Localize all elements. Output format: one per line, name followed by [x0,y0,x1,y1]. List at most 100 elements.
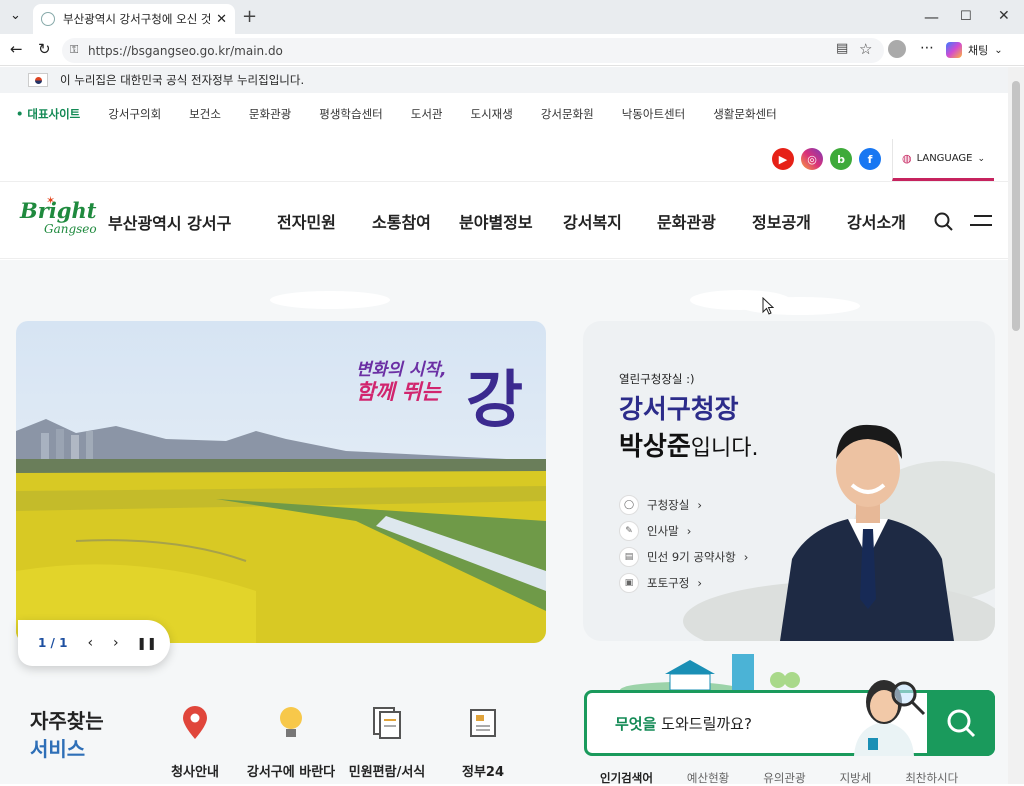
browser-tab[interactable]: 부산광역시 강서구청에 오신 것을 ✕ [33,4,235,34]
copilot-label: 채팅 [968,44,989,57]
search-placeholder-rest: 도와드릴까요? [656,715,752,733]
mayor-portrait [780,424,954,641]
globe-icon: ◍ [901,152,912,165]
menu-welfare[interactable]: 강서복지 [563,209,622,233]
close-tab-icon[interactable]: ✕ [216,12,227,27]
main-header: Bright Gangseo ✶ 부산광역시 강서구 전자민원 소통참여 분야별… [0,181,1008,259]
site-link-cultural-center[interactable]: 강서문화원 [541,106,594,122]
facebook-icon[interactable]: f [859,148,881,170]
mayor-card: 열린구청장실 :) 강서구청장 박상준입니다. ◯ 구청장실 › ✎ 인사말 › ▤ 민선… [583,321,995,641]
site-link-culture[interactable]: 문화관광 [249,106,291,122]
person-icon: ◯ [619,495,639,515]
documents-icon [369,705,405,741]
logo-main-text: Bright [20,198,97,223]
frequent-services-title: 자주찾는 서비스 [30,707,104,763]
service-civil-forms[interactable]: 민원편람/서식 [332,705,442,780]
browser-toolbar: ← ↻ ⚿ https://bsgangseo.go.kr/main.do ▤ … [0,34,1024,66]
copilot-button[interactable]: 채팅 ⌄ [946,38,1020,62]
mayor-title: 강서구청장 [619,395,739,425]
chevron-down-icon: ⌄ [994,44,1003,56]
address-bar[interactable]: ⚿ https://bsgangseo.go.kr/main.do ▤ ☆ [62,38,884,63]
mayor-link-label: 포토구정 [647,576,690,590]
next-slide-icon[interactable]: › [113,635,119,651]
site-link-urban[interactable]: 도시재생 [470,106,512,122]
search-mascot-illustration [854,680,926,756]
document-icon: ▤ [619,547,639,567]
mayor-link-greeting[interactable]: ✎ 인사말 › [619,521,691,541]
service-label: 청사안내 [171,765,219,780]
language-selector[interactable]: ◍ LANGUAGE ⌄ [892,139,994,181]
menu-field-info[interactable]: 분야별정보 [459,209,533,233]
pen-icon: ✎ [619,521,639,541]
favicon-icon [41,12,55,26]
service-suggestions[interactable]: 강서구에 바란다 [236,705,346,780]
sun-icon: ✶ [46,194,56,207]
site-link-health[interactable]: 보건소 [189,106,221,122]
menu-culture-tour[interactable]: 문화관광 [657,209,716,233]
menu-e-civil[interactable]: 전자민원 [277,209,336,233]
gov-banner-text: 이 누리집은 대한민국 공식 전자정부 누리집입니다. [60,73,305,87]
mayor-link-label: 구청장실 [647,498,690,512]
site-search-box[interactable]: 무엇을 도와드릴까요? [584,690,995,756]
hamburger-menu-icon[interactable] [970,212,994,230]
prev-slide-icon[interactable]: ‹ [87,635,93,651]
site-info-icon[interactable]: ⚿ [70,43,78,57]
favorite-star-icon[interactable]: ☆ [859,40,872,58]
mayor-link-pledges[interactable]: ▤ 민선 9기 공약사항 › [619,547,748,567]
mayor-name-suffix: 입니다. [690,436,759,461]
site-link-learning[interactable]: 평생학습센터 [319,106,382,122]
youtube-icon[interactable]: ▶ [772,148,794,170]
back-icon[interactable]: ← [10,40,23,58]
search-icon [947,709,976,738]
service-building-guide[interactable]: 청사안내 [140,705,250,780]
service-gov24[interactable]: 정부24 [428,705,538,780]
blog-icon[interactable]: b [830,148,852,170]
tab-title: 부산광역시 강서구청에 오신 것을 [63,12,211,26]
service-label: 강서구에 바란다 [246,765,336,780]
site-link-main[interactable]: • 대표사이트 [16,106,80,122]
mouse-cursor-icon [762,297,774,315]
site-link-life-culture[interactable]: 생활문화센터 [713,106,776,122]
site-logo[interactable]: Bright Gangseo ✶ [20,194,102,240]
search-button[interactable] [927,690,995,756]
maximize-icon[interactable]: ☐ [960,9,972,24]
search-placeholder-keyword: 무엇을 [615,715,657,733]
reload-icon[interactable]: ↻ [38,40,51,58]
site-name[interactable]: 부산광역시 강서구 [108,210,231,234]
slogan-line-2: 함께 뛰는 [356,380,441,404]
slogan-line-1: 변화의 시작, [356,360,447,380]
mayor-link-office[interactable]: ◯ 구청장실 › [619,495,702,515]
language-label: LANGUAGE [916,153,973,164]
scrollbar-thumb[interactable] [1012,81,1020,331]
menu-about[interactable]: 강서소개 [847,209,906,233]
browser-tab-strip: ⌄ 부산광역시 강서구청에 오신 것을 ✕ + — ☐ ✕ [0,0,1024,34]
mayor-link-photo[interactable]: ▣ 포토구정 › [619,573,702,593]
more-options-icon[interactable]: ⋯ [920,40,934,56]
profile-avatar-icon[interactable] [888,40,906,58]
newspaper-icon [465,705,501,741]
services-title-line-2: 서비스 [30,737,86,761]
menu-info-disclosure[interactable]: 정보공개 [752,209,811,233]
gov-banner: 이 누리집은 대한민국 공식 전자정부 누리집입니다. [0,67,1008,93]
chevron-down-icon: ⌄ [977,153,986,164]
page-scrollbar[interactable] [1008,67,1024,784]
photo-icon: ▣ [619,573,639,593]
buildings-illustration [620,654,800,692]
service-label: 정부24 [461,765,504,780]
main-slide[interactable]: 변화의 시작, 함께 뛰는 강 [16,321,546,643]
pause-icon[interactable]: ❚❚ [137,636,157,650]
window-close-icon[interactable]: ✕ [998,8,1010,24]
slogan-text: 변화의 시작, 함께 뛰는 [356,359,447,403]
mayor-link-label: 민선 9기 공약사항 [647,550,736,564]
site-link-council[interactable]: 강서구의회 [108,106,161,122]
menu-communication[interactable]: 소통참여 [372,209,431,233]
site-link-library[interactable]: 도서관 [411,106,443,122]
reader-mode-icon[interactable]: ▤ [836,41,848,56]
search-icon[interactable] [934,212,954,232]
instagram-icon[interactable]: ◎ [801,148,823,170]
slide-controls: 1 / 1 ‹ › ❚❚ [18,620,170,666]
site-link-art-center[interactable]: 낙동아트센터 [622,106,685,122]
minimize-icon[interactable]: — [924,8,939,26]
tab-list-icon[interactable]: ⌄ [10,8,21,23]
new-tab-icon[interactable]: + [242,6,257,27]
